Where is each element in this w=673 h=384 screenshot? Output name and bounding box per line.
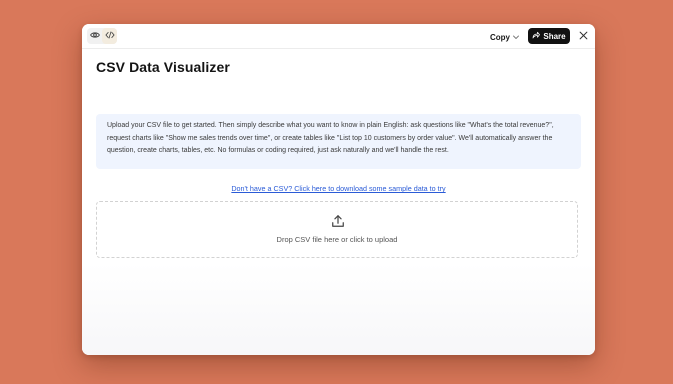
code-toggle[interactable] <box>102 28 117 44</box>
dropzone-label: Drop CSV file here or click to upload <box>276 235 398 244</box>
chevron-down-icon <box>512 28 520 46</box>
view-toggle <box>87 28 117 44</box>
app-window: Copy Share CSV Data Visualizer Upload yo… <box>82 24 595 355</box>
share-button[interactable]: Share <box>528 28 570 44</box>
share-button-label: Share <box>543 31 566 41</box>
instructions-box: Upload your CSV file to get started. The… <box>96 114 581 169</box>
code-icon <box>104 27 115 45</box>
close-button[interactable] <box>576 29 590 43</box>
share-arrow-icon <box>532 31 541 41</box>
app-content: CSV Data Visualizer Upload your CSV file… <box>82 49 595 355</box>
eye-icon <box>89 27 100 45</box>
window-toolbar: Copy Share <box>82 24 595 49</box>
csv-upload-dropzone[interactable]: Drop CSV file here or click to upload <box>96 201 578 258</box>
sample-data-link[interactable]: Don't have a CSV? Click here to download… <box>82 184 595 193</box>
instructions-text: Upload your CSV file to get started. The… <box>107 122 554 155</box>
copy-options-button[interactable] <box>509 29 523 45</box>
page-title: CSV Data Visualizer <box>96 59 230 75</box>
close-icon <box>579 27 588 45</box>
preview-toggle[interactable] <box>87 28 102 44</box>
upload-icon <box>331 214 345 228</box>
copy-button-label: Copy <box>490 32 510 42</box>
